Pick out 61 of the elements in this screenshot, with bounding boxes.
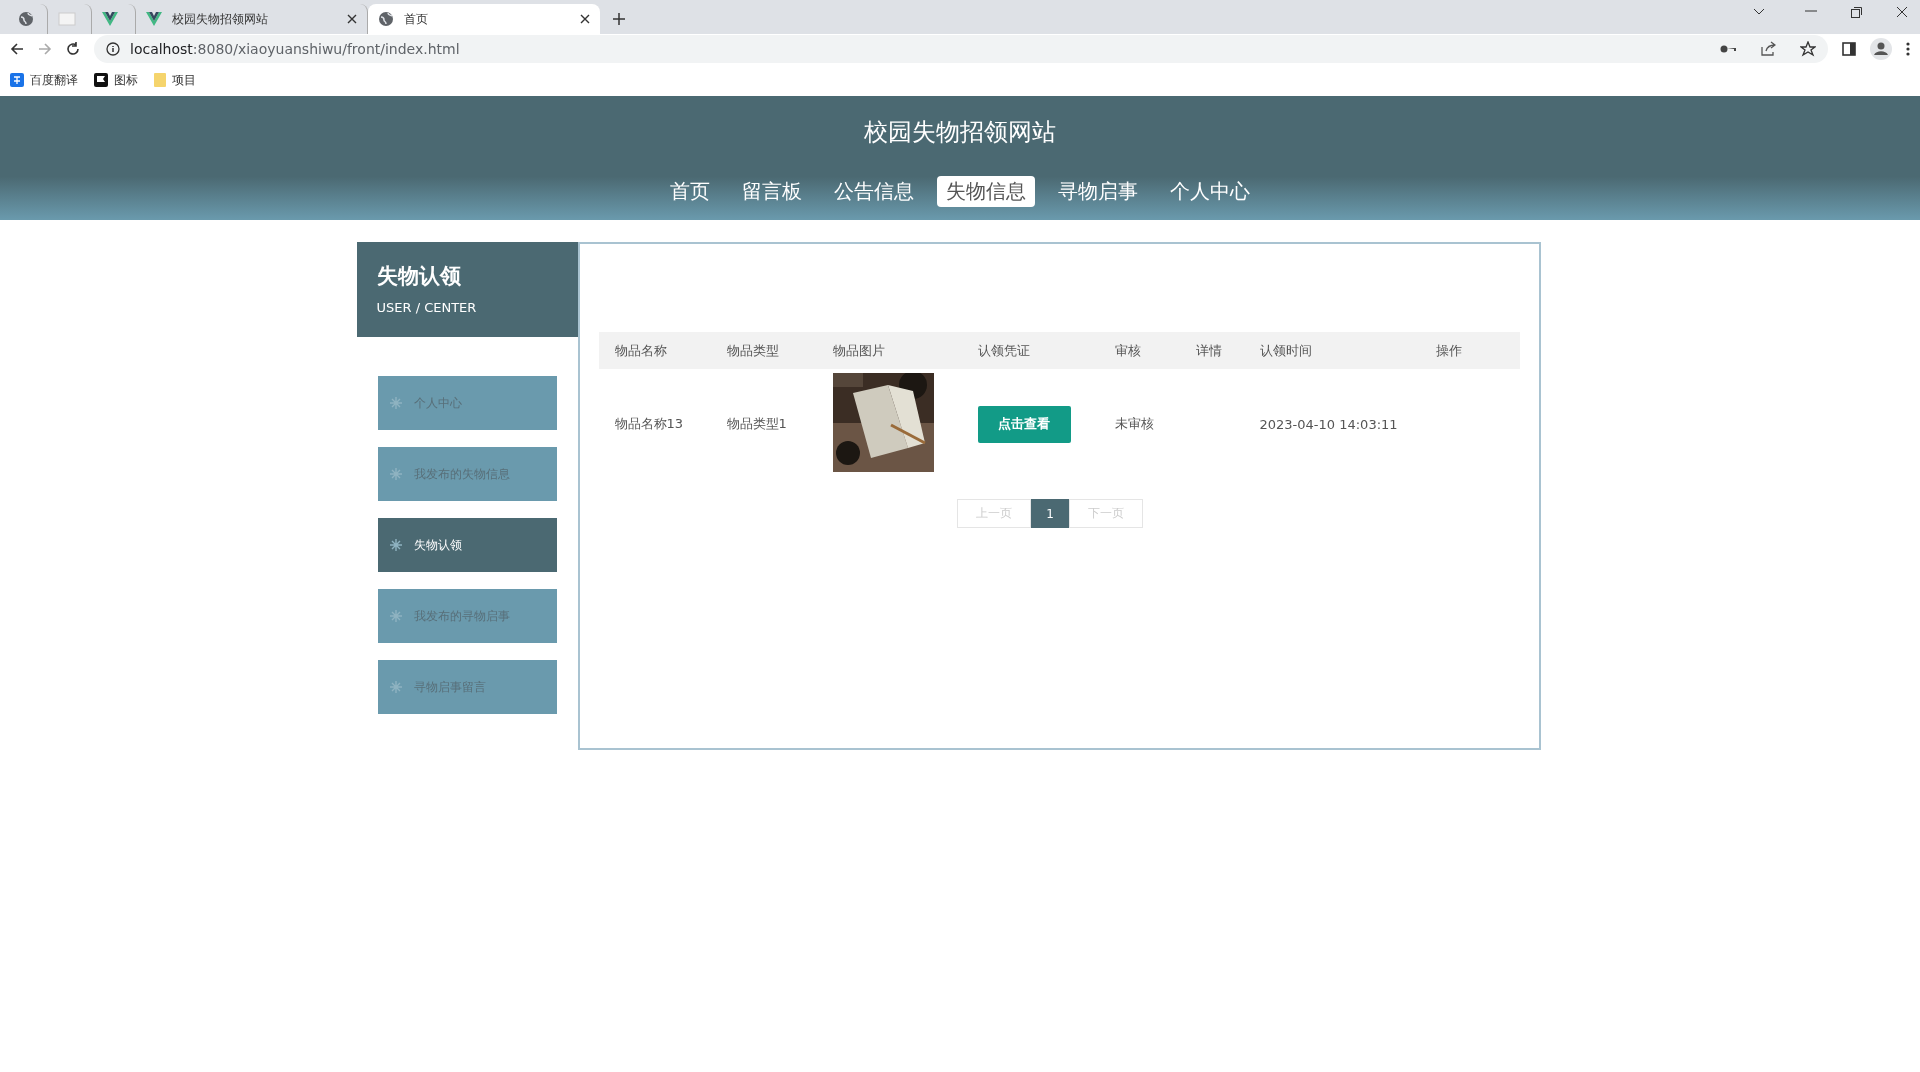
table-cell-text: 2023-04-10 14:03:11 xyxy=(1259,416,1399,432)
snowflake-icon xyxy=(389,539,402,551)
key-icon[interactable] xyxy=(1720,44,1736,54)
close-icon[interactable] xyxy=(1896,6,1908,18)
back-icon[interactable] xyxy=(10,42,24,56)
table-cell-text: 物品名称13 xyxy=(614,415,685,433)
nav-link[interactable]: 寻物启事 xyxy=(1049,176,1147,207)
side-panel-icon[interactable] xyxy=(1842,42,1856,56)
column-header: 物品类型 xyxy=(726,341,780,360)
close-icon[interactable] xyxy=(580,14,590,24)
column-header: 认领时间 xyxy=(1259,341,1313,360)
flag-icon xyxy=(94,73,108,87)
tab-title: 首页 xyxy=(404,10,429,28)
globe-icon xyxy=(378,11,394,27)
translate-icon xyxy=(10,73,24,87)
snowflake-icon xyxy=(389,397,402,409)
bookmark[interactable]: 图标 xyxy=(114,71,138,89)
browser-tab[interactable]: 首页 xyxy=(368,4,600,34)
chevron-down-icon[interactable] xyxy=(1753,8,1765,16)
view-button[interactable]: 点击查看 xyxy=(977,405,1071,443)
snowflake-icon xyxy=(389,468,402,480)
address-bar[interactable]: localhost:8080/xiaoyuanshiwu/front/index.html xyxy=(94,35,1828,63)
sidebar-item[interactable]: 失物认领 xyxy=(377,518,557,572)
sidebar-item-label: 失物认领 xyxy=(413,536,462,554)
folder-icon xyxy=(154,73,166,87)
nav-link[interactable]: 留言板 xyxy=(733,176,811,207)
site-title: 校园失物招领网站 xyxy=(864,117,1056,148)
page-button[interactable]: 1 xyxy=(1031,499,1069,528)
share-icon[interactable] xyxy=(1760,41,1776,57)
nav-link[interactable]: 公告信息 xyxy=(825,176,923,207)
reload-icon[interactable] xyxy=(66,42,80,56)
more-icon[interactable] xyxy=(1906,42,1910,56)
column-header: 详情 xyxy=(1195,341,1223,360)
bookmark[interactable]: 百度翻译 xyxy=(30,71,78,89)
v-logo-icon xyxy=(102,12,118,26)
star-icon[interactable] xyxy=(1800,41,1816,57)
snowflake-icon xyxy=(389,610,402,622)
close-icon[interactable] xyxy=(347,14,357,24)
snowflake-icon xyxy=(389,681,402,693)
column-header: 操作 xyxy=(1435,341,1463,360)
bookmark[interactable]: 项目 xyxy=(172,71,196,89)
sidebar-subtitle: USER / CENTER xyxy=(376,300,478,315)
url-text: localhost:8080/xiaoyuanshiwu/front/index.html xyxy=(130,41,460,57)
plus-icon[interactable] xyxy=(612,12,626,26)
tab-title: 校园失物招领网站 xyxy=(172,10,269,28)
sidebar-title: 失物认领 xyxy=(376,263,462,290)
column-header: 认领凭证 xyxy=(977,341,1031,360)
profile-icon[interactable] xyxy=(1870,38,1892,60)
restore-icon[interactable] xyxy=(1851,7,1862,18)
table-cell-text: 未审核 xyxy=(1114,415,1155,433)
table-cell-text: 物品类型1 xyxy=(726,415,788,433)
globe-icon xyxy=(18,11,34,27)
nav-link[interactable]: 失物信息 xyxy=(937,176,1035,207)
nav-link[interactable]: 个人中心 xyxy=(1161,176,1259,207)
column-header: 物品图片 xyxy=(832,341,886,360)
info-icon xyxy=(106,42,120,56)
page-icon xyxy=(58,12,76,26)
column-header: 物品名称 xyxy=(614,341,668,360)
column-header: 审核 xyxy=(1114,341,1142,360)
nav-link[interactable]: 首页 xyxy=(661,176,719,207)
v-logo-icon xyxy=(146,12,162,26)
